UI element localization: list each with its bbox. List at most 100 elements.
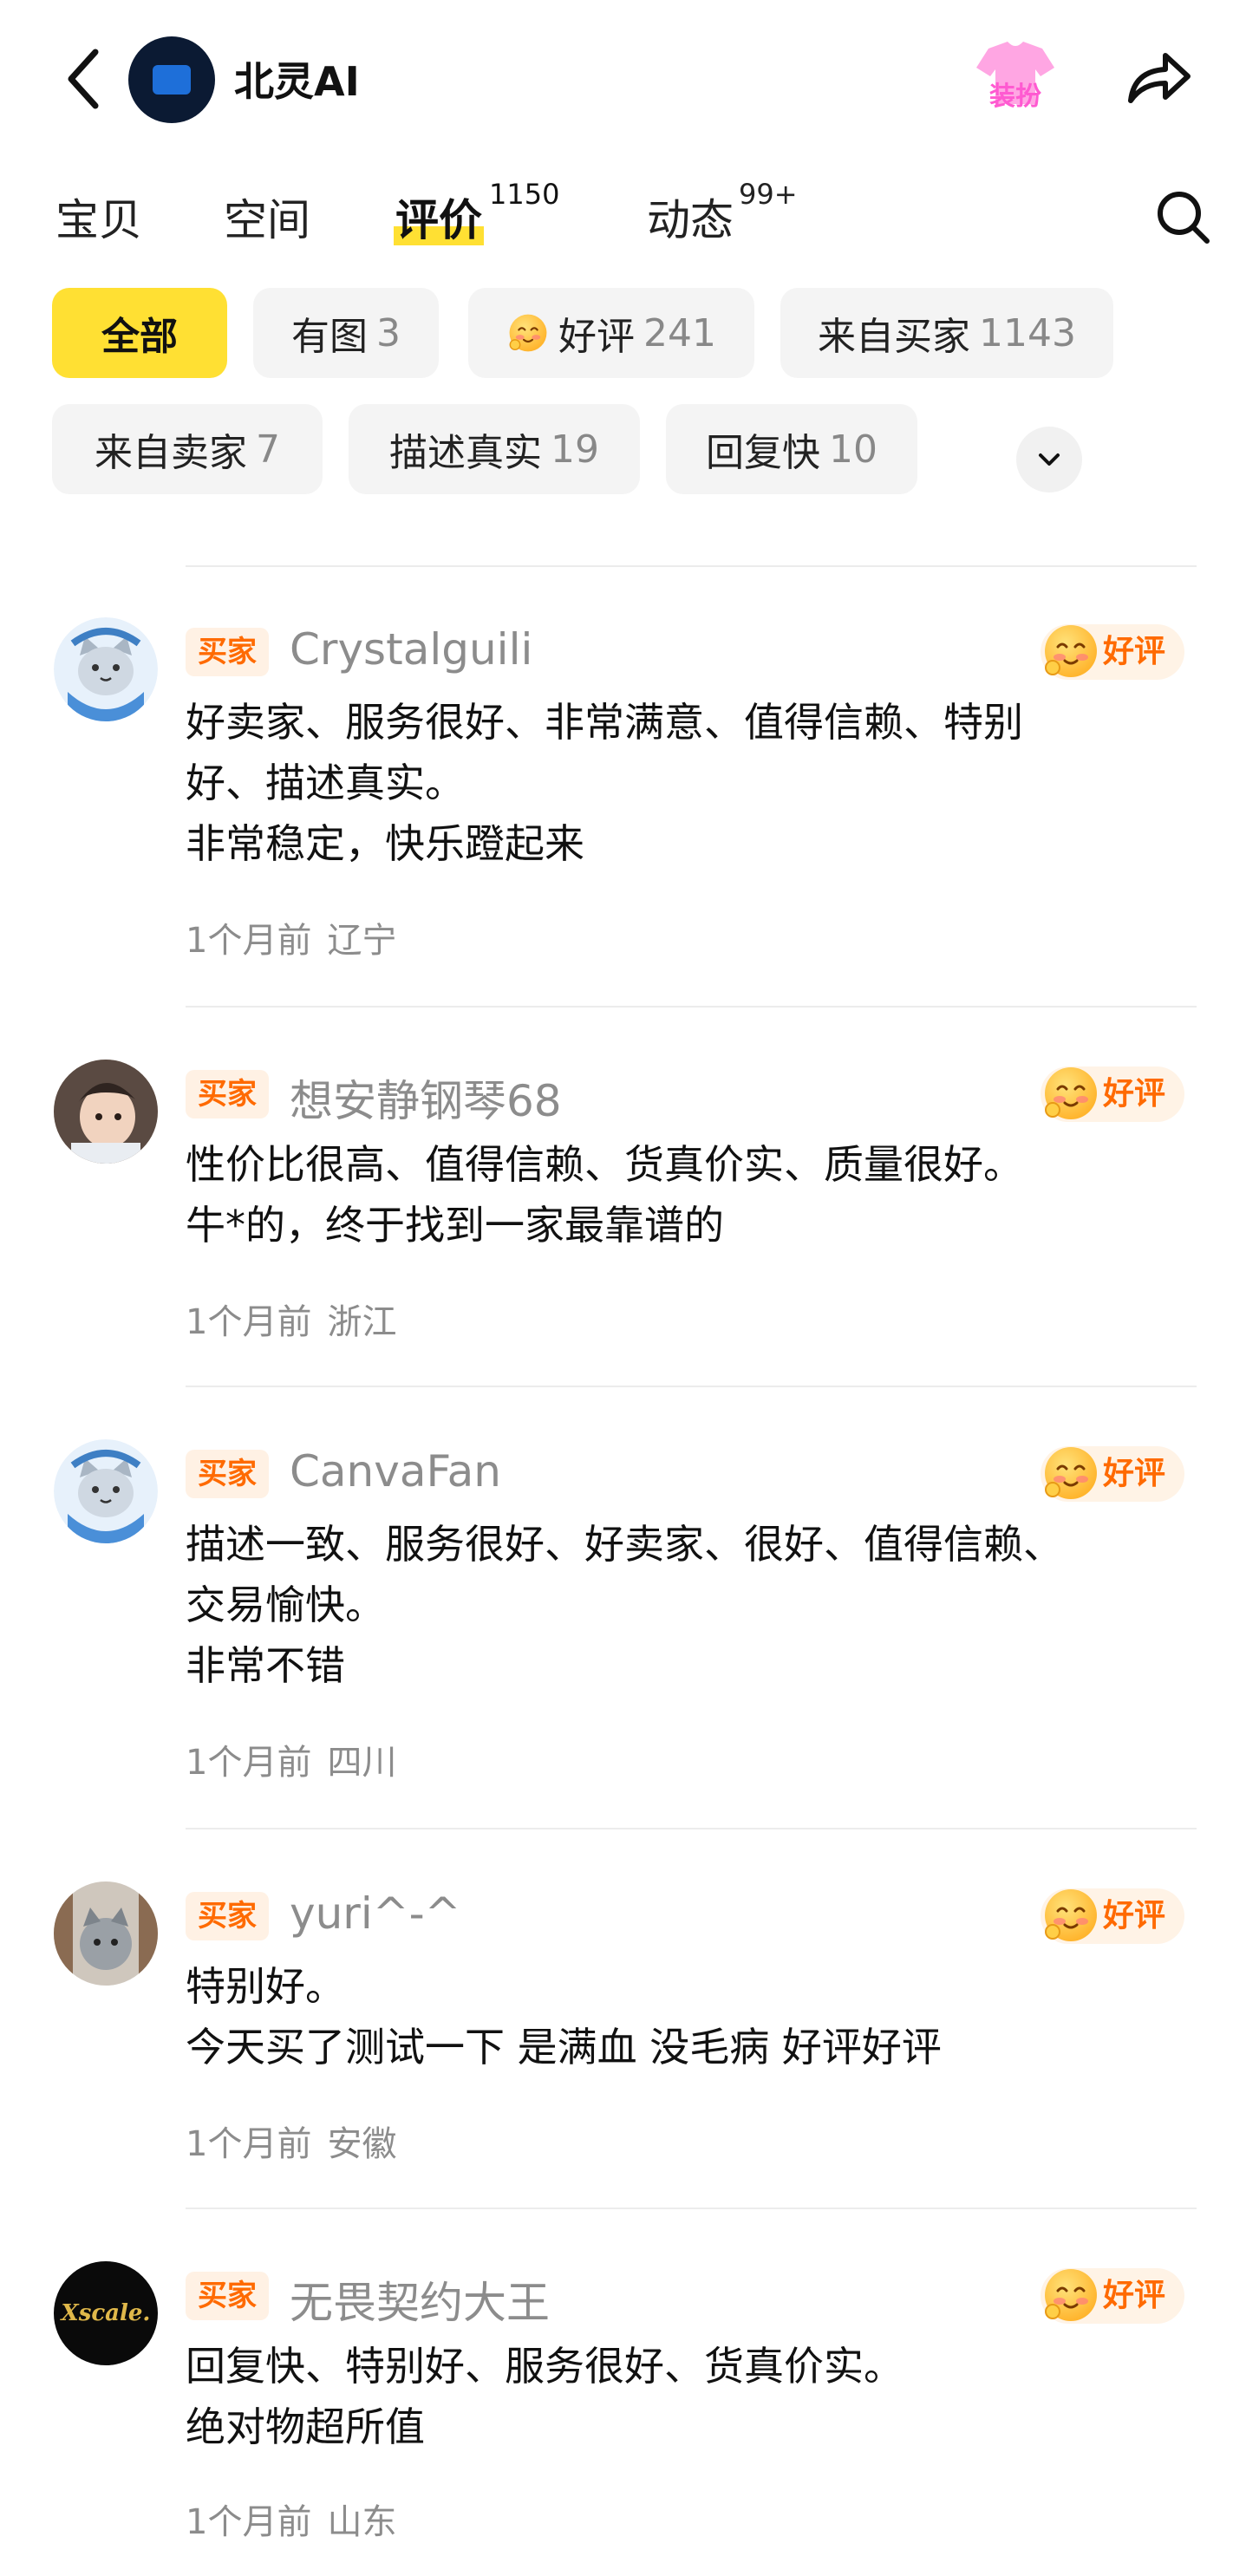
filter-positive[interactable]: 好评 241 <box>468 288 754 378</box>
smile-emoji-icon <box>1041 2265 1101 2325</box>
avatar-logo-text: Xscale. <box>61 2300 151 2326</box>
tab-count: 1150 <box>489 178 560 212</box>
divider <box>186 1828 1197 1829</box>
avatar[interactable] <box>54 1881 158 1986</box>
tab-label: 动态 <box>647 195 734 245</box>
review-line: 描述一致、服务很好、好卖家、很好、值得信赖、 <box>186 1521 1063 1568</box>
review-region: 浙江 <box>327 1302 397 1342</box>
rating-label: 好评 <box>1103 1076 1166 1112</box>
filter-accurate-description[interactable]: 描述真实 19 <box>349 404 640 494</box>
filter-label: 回复快 <box>706 431 820 475</box>
tab-items[interactable]: 宝贝 <box>55 186 142 248</box>
rating-badge: 好评 <box>1041 1066 1185 1122</box>
filter-label: 全部 <box>101 315 178 359</box>
search-button[interactable] <box>1153 187 1214 248</box>
share-icon <box>1128 53 1191 103</box>
tab-reviews[interactable]: 评价1150 <box>394 178 559 248</box>
filter-with-photos[interactable]: 有图 3 <box>253 288 439 378</box>
chevron-left-icon <box>68 49 99 109</box>
smile-emoji-icon <box>1041 1885 1101 1946</box>
filter-all[interactable]: 全部 <box>52 288 227 378</box>
review-meta: 1个月前 四川 <box>186 1734 396 1784</box>
review-line: 好、描述真实。 <box>186 760 465 806</box>
divider <box>186 565 1197 567</box>
tab-label: 空间 <box>224 195 310 245</box>
filter-from-seller[interactable]: 来自卖家 7 <box>52 404 323 494</box>
filter-fast-reply[interactable]: 回复快 10 <box>666 404 917 494</box>
smile-emoji-icon <box>1041 1443 1101 1503</box>
avatar[interactable] <box>54 617 158 721</box>
review-line: 今天买了测试一下 是满血 没毛病 好评好评 <box>186 2024 942 2071</box>
rating-badge: 好评 <box>1041 621 1185 681</box>
back-button[interactable] <box>57 40 109 118</box>
rating-label: 好评 <box>1103 634 1166 669</box>
filter-count: 241 <box>643 310 716 355</box>
reviewer-name[interactable]: Crystalguili <box>290 624 532 675</box>
review-item: Xscale. 买家 无畏契约大王 好评 回复快、特别好、服务很好、货真价实。 … <box>0 2261 1233 2573</box>
reviewer-name[interactable]: 想安静钢琴68 <box>290 1066 562 1129</box>
review-time: 1个月前 <box>186 921 312 961</box>
review-item: 买家 yuri^-^ 好评 特别好。 今天买了测试一下 是满血 没毛病 好评好评… <box>0 1881 1233 2194</box>
buyer-badge: 买家 <box>186 2272 269 2320</box>
review-line: 绝对物超所值 <box>186 2403 425 2450</box>
rating-badge: 好评 <box>1041 1885 1185 1946</box>
filter-label: 描述真实 <box>389 431 542 475</box>
rating-label: 好评 <box>1103 1898 1166 1934</box>
cat-astronaut-avatar-icon <box>54 1439 158 1543</box>
review-line: 性价比很高、值得信赖、货真价实、质量很好。 <box>186 1141 1023 1188</box>
expand-filters-button[interactable] <box>1016 427 1082 492</box>
filter-count: 19 <box>551 427 599 472</box>
divider <box>186 2208 1197 2209</box>
review-line: 特别好。 <box>186 1963 345 2010</box>
buyer-badge: 买家 <box>186 1070 269 1118</box>
review-time: 1个月前 <box>186 2502 312 2542</box>
rating-badge: 好评 <box>1041 2265 1185 2325</box>
child-photo-avatar-icon <box>54 1060 158 1164</box>
dressup-button[interactable]: 装扮 <box>969 31 1061 123</box>
review-meta: 1个月前 辽宁 <box>186 912 396 962</box>
filter-count: 1143 <box>979 310 1076 355</box>
cat-astronaut-avatar-icon <box>54 617 158 721</box>
review-text: 性价比很高、值得信赖、货真价实、质量很好。 牛*的，终于找到一家最靠谱的 <box>186 1134 1200 1255</box>
avatar[interactable] <box>54 1439 158 1543</box>
review-meta: 1个月前 安徽 <box>186 2116 396 2166</box>
shop-name[interactable]: 北灵AI <box>234 50 360 108</box>
review-item: 买家 CanvaFan 好评 描述一致、服务很好、好卖家、很好、值得信赖、 交易… <box>0 1439 1233 1803</box>
reviewer-name[interactable]: yuri^-^ <box>290 1888 461 1939</box>
smile-emoji-icon <box>1041 621 1101 681</box>
tab-count: 99+ <box>739 178 798 212</box>
avatar[interactable]: Xscale. <box>54 2261 158 2365</box>
smile-emoji-icon <box>506 311 550 355</box>
shop-avatar[interactable] <box>128 36 215 123</box>
tab-label: 宝贝 <box>55 195 142 245</box>
filter-count: 7 <box>256 427 280 472</box>
rating-badge: 好评 <box>1041 1443 1185 1503</box>
review-line: 非常稳定，快乐蹬起来 <box>186 820 584 867</box>
review-region: 安徽 <box>327 2124 397 2164</box>
reviewer-name[interactable]: CanvaFan <box>290 1446 501 1497</box>
review-line: 好卖家、服务很好、非常满意、值得信赖、特别 <box>186 699 1023 746</box>
filter-label: 好评 <box>558 315 635 359</box>
review-line: 交易愉快。 <box>186 1581 385 1628</box>
tab-activity[interactable]: 动态99+ <box>647 178 798 248</box>
buyer-badge: 买家 <box>186 628 269 676</box>
filter-count: 10 <box>829 427 877 472</box>
filter-count: 3 <box>376 310 401 355</box>
search-icon <box>1158 192 1210 244</box>
filter-from-buyer[interactable]: 来自买家 1143 <box>780 288 1113 378</box>
dressup-label: 装扮 <box>989 82 1041 112</box>
rating-label: 好评 <box>1103 1456 1166 1491</box>
reviewer-name[interactable]: 无畏契约大王 <box>290 2268 550 2331</box>
review-item: 买家 Crystalguili 好评 好卖家、服务很好、非常满意、值得信赖、特别… <box>0 617 1233 981</box>
avatar[interactable] <box>54 1060 158 1164</box>
buyer-badge: 买家 <box>186 1892 269 1940</box>
review-text: 特别好。 今天买了测试一下 是满血 没毛病 好评好评 <box>186 1956 1200 2077</box>
top-bar: 北灵AI 装扮 <box>0 0 1233 165</box>
review-region: 四川 <box>327 1743 397 1783</box>
review-text: 好卖家、服务很好、非常满意、值得信赖、特别 好、描述真实。 非常稳定，快乐蹬起来 <box>186 692 1200 874</box>
tab-space[interactable]: 空间 <box>224 186 310 248</box>
divider <box>186 1386 1197 1387</box>
review-time: 1个月前 <box>186 1302 312 1342</box>
filter-label: 来自卖家 <box>95 431 247 475</box>
share-button[interactable] <box>1119 43 1197 113</box>
